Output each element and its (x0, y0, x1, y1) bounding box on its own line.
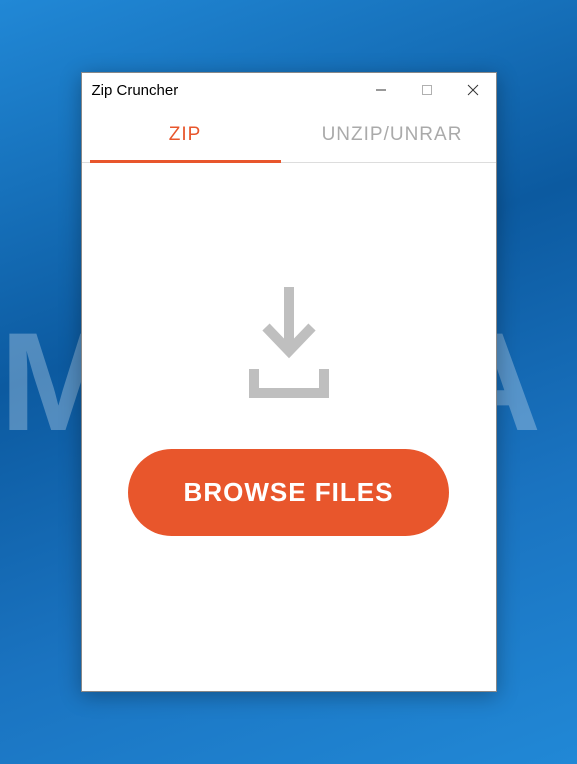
tab-zip-label: ZIP (169, 124, 202, 146)
download-icon (224, 279, 354, 409)
close-button[interactable] (450, 73, 496, 107)
window-title: Zip Cruncher (92, 82, 179, 99)
content-area: BROWSE FILES (82, 163, 496, 691)
maximize-button[interactable] (404, 73, 450, 107)
close-icon (467, 84, 479, 96)
maximize-icon (421, 84, 433, 96)
titlebar: Zip Cruncher (82, 73, 496, 107)
tab-bar: ZIP UNZIP/UNRAR (82, 107, 496, 163)
titlebar-controls (358, 73, 496, 107)
minimize-icon (375, 84, 387, 96)
minimize-button[interactable] (358, 73, 404, 107)
tab-unzip-label: UNZIP/UNRAR (322, 124, 463, 146)
tab-zip[interactable]: ZIP (82, 107, 289, 162)
app-window: Zip Cruncher ZIP (81, 72, 497, 692)
browse-files-button[interactable]: BROWSE FILES (128, 449, 450, 536)
tab-unzip[interactable]: UNZIP/UNRAR (289, 107, 496, 162)
